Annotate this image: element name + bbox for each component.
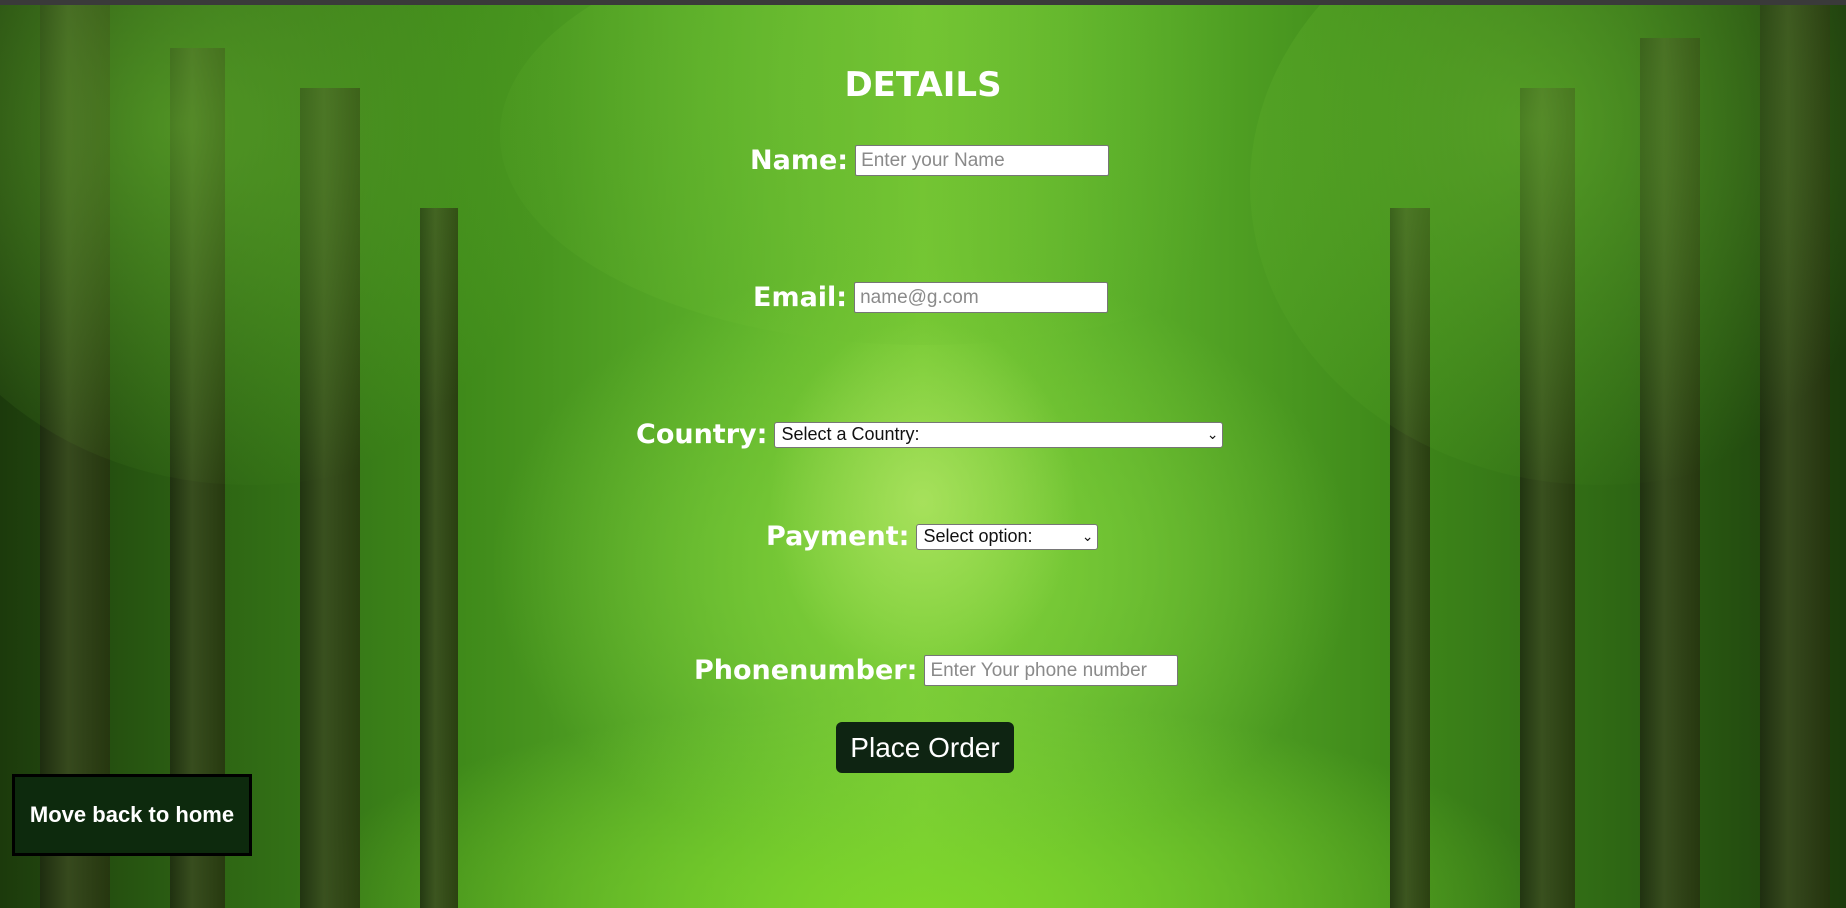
page-title: DETAILS [844,65,1002,105]
email-input[interactable] [854,282,1109,313]
email-label: Email: [753,282,848,313]
name-label: Name: [750,145,849,176]
name-input[interactable] [855,145,1110,176]
phone-label: Phonenumber: [694,655,918,686]
details-form: DETAILS Name: Email: Country: Select a C… [0,5,1846,908]
chevron-down-icon: ⌄ [1206,426,1219,443]
chevron-down-icon: ⌄ [1081,528,1094,545]
payment-select[interactable]: Select option: ⌄ [916,523,1099,550]
phone-input[interactable] [924,655,1179,686]
forest-background: DETAILS Name: Email: Country: Select a C… [0,0,1846,908]
place-order-button[interactable]: Place Order [836,722,1014,773]
payment-label: Payment: [766,521,910,552]
country-select[interactable]: Select a Country: ⌄ [774,421,1224,448]
country-select-value: Select a Country: [781,424,920,444]
country-row: Country: Select a Country: ⌄ [636,419,1224,450]
phone-row: Phonenumber: [694,655,1179,686]
name-row: Name: [750,145,1110,176]
payment-select-value: Select option: [923,526,1033,546]
move-back-home-button[interactable]: Move back to home [12,774,252,856]
country-label: Country: [636,419,768,450]
payment-row: Payment: Select option: ⌄ [766,521,1099,552]
email-row: Email: [753,282,1109,313]
